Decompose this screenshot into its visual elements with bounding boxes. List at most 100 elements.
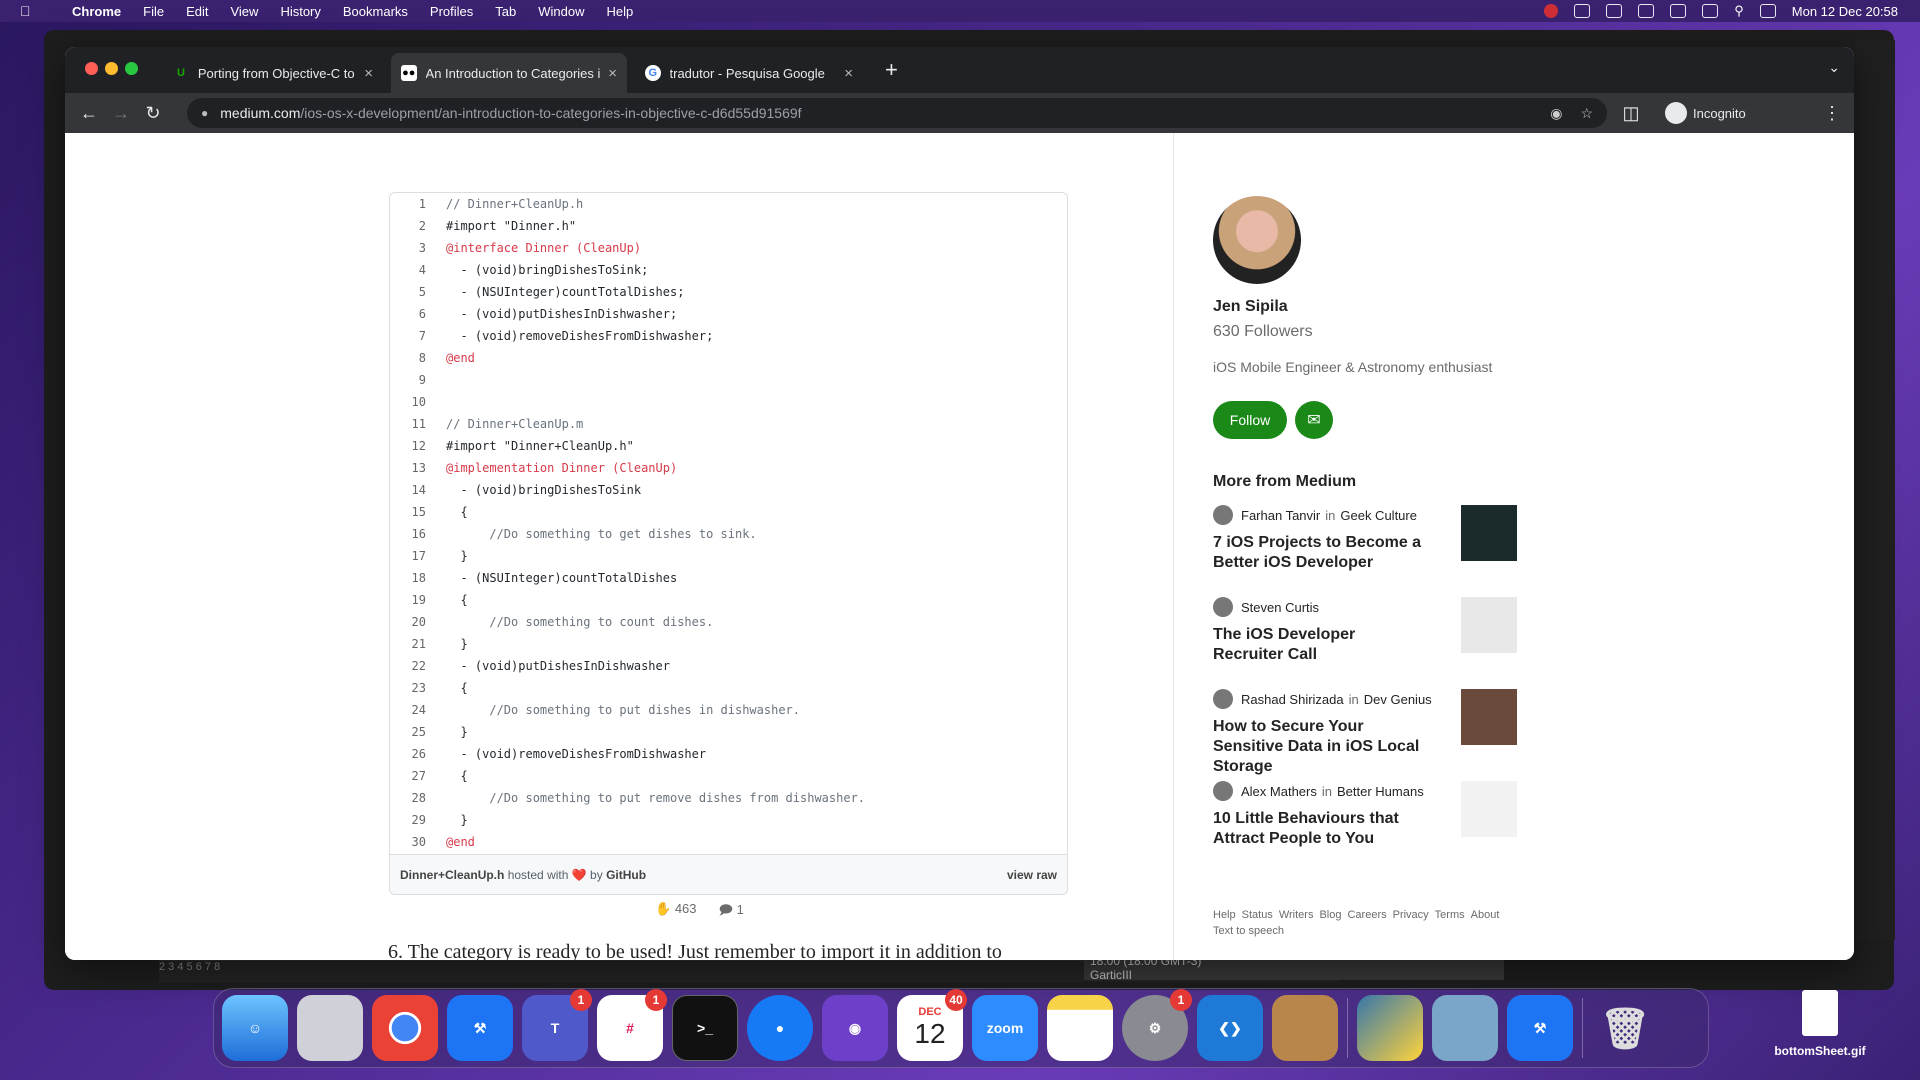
tab-tradutor[interactable]: G tradutor - Pesquisa Google × <box>635 53 863 93</box>
footer-link-writers[interactable]: Writers <box>1279 909 1314 921</box>
line-number: 27 <box>411 769 426 783</box>
slack-icon[interactable]: #1 <box>597 989 667 1061</box>
xcode-alt-icon[interactable]: ⚒ <box>1507 995 1573 1061</box>
view-raw-link[interactable]: view raw <box>1007 868 1057 882</box>
story-card[interactable]: Steven Curtis The iOS Developer Recruite… <box>1213 597 1517 665</box>
story-author[interactable]: Farhan Tanvir <box>1241 508 1320 523</box>
story-title[interactable]: The iOS Developer Recruiter Call <box>1213 625 1423 665</box>
lock-icon[interactable]: ● <box>201 106 208 120</box>
side-panel-icon[interactable]: ◫ <box>1615 103 1647 124</box>
menu-bookmarks[interactable]: Bookmarks <box>343 4 408 19</box>
notes-icon[interactable] <box>1047 995 1113 1061</box>
close-tab-icon[interactable]: × <box>364 65 373 82</box>
reload-icon[interactable]: ↻ <box>137 103 169 124</box>
clock[interactable]: Mon 12 Dec 20:58 <box>1792 4 1898 19</box>
close-window-button[interactable] <box>85 62 98 75</box>
terminal-icon[interactable]: >_ <box>672 995 738 1061</box>
xcode-icon[interactable]: ⚒ <box>447 995 513 1061</box>
story-title[interactable]: 7 iOS Projects to Become a Better iOS De… <box>1213 533 1423 573</box>
story-card[interactable]: Farhan Tanvir in Geek Culture 7 iOS Projec… <box>1213 505 1517 573</box>
python-launcher-icon[interactable] <box>1357 995 1423 1061</box>
story-author[interactable]: Rashad Shirizada <box>1241 692 1344 707</box>
menu-history[interactable]: History <box>280 4 320 19</box>
search-icon[interactable]: ⚲ <box>1734 3 1744 19</box>
kebab-menu-icon[interactable]: ⋮ <box>1816 103 1848 124</box>
menu-view[interactable]: View <box>230 4 258 19</box>
menu-profiles[interactable]: Profiles <box>430 4 473 19</box>
github-desktop-icon[interactable]: ◉ <box>822 995 888 1061</box>
follow-button[interactable]: Follow <box>1213 401 1287 439</box>
calendar-icon[interactable]: DEC 12 40 <box>897 989 967 1061</box>
launchpad-icon[interactable] <box>297 995 363 1061</box>
story-card[interactable]: Rashad Shirizada in Dev Genius How to Secu… <box>1213 689 1517 777</box>
preview-icon[interactable] <box>1432 995 1498 1061</box>
footer-link-help[interactable]: Help <box>1213 909 1236 921</box>
close-tab-icon[interactable]: × <box>608 65 617 82</box>
menu-tab[interactable]: Tab <box>495 4 516 19</box>
maps-pin-icon[interactable]: ● <box>747 995 813 1061</box>
close-tab-icon[interactable]: × <box>844 65 853 82</box>
desktop-file[interactable]: bottomSheet.gif <box>1760 990 1880 1058</box>
story-author[interactable]: Steven Curtis <box>1241 600 1319 615</box>
footer-link-about[interactable]: About <box>1471 909 1500 921</box>
wifi-off-icon[interactable] <box>1702 4 1719 18</box>
responses-button[interactable]: 🗩 1 <box>719 901 744 923</box>
antivirus-icon[interactable] <box>1544 4 1559 18</box>
story-title[interactable]: How to Secure Your Sensitive Data in iOS… <box>1213 717 1423 777</box>
back-icon[interactable]: ← <box>73 103 105 124</box>
story-thumbnail[interactable] <box>1461 689 1517 745</box>
tab-search-icon[interactable]: ⌄ <box>1828 59 1840 76</box>
footer-link-careers[interactable]: Careers <box>1347 909 1386 921</box>
trash-icon[interactable]: 🗑 <box>1592 995 1658 1061</box>
footer-link-status[interactable]: Status <box>1242 909 1273 921</box>
footer-link-text-to-speech[interactable]: Text to speech <box>1213 925 1284 937</box>
arc-icon[interactable] <box>1574 4 1591 18</box>
author-name[interactable]: Jen Sipila <box>1213 298 1288 316</box>
headphones-icon[interactable] <box>1606 4 1623 18</box>
control-center-icon[interactable] <box>1759 4 1776 18</box>
story-title[interactable]: 10 Little Behaviours that Attract People… <box>1213 809 1423 849</box>
incognito-badge[interactable]: Incognito <box>1665 102 1746 124</box>
forward-icon[interactable]: → <box>105 103 137 124</box>
tab-categories[interactable]: ●● An Introduction to Categories i × <box>391 53 627 93</box>
maximize-window-button[interactable] <box>125 62 138 75</box>
footer-link-privacy[interactable]: Privacy <box>1393 909 1429 921</box>
story-card[interactable]: Alex Mathers in Better Humans 10 Little Be… <box>1213 781 1517 849</box>
story-thumbnail[interactable] <box>1461 505 1517 561</box>
menu-help[interactable]: Help <box>607 4 634 19</box>
vscode-icon[interactable]: ❮❯ <box>1197 995 1263 1061</box>
battery-icon[interactable] <box>1670 4 1687 18</box>
subscribe-email-icon[interactable]: ✉ <box>1295 401 1333 439</box>
gist-filename-link[interactable]: Dinner+CleanUp.h <box>400 868 504 882</box>
zoom-icon[interactable]: zoom <box>972 995 1038 1061</box>
menu-window[interactable]: Window <box>538 4 584 19</box>
new-tab-button[interactable]: + <box>885 57 898 83</box>
footer-link-terms[interactable]: Terms <box>1435 909 1465 921</box>
github-link[interactable]: GitHub <box>606 868 646 882</box>
bookmark-star-icon[interactable]: ☆ <box>1580 105 1593 122</box>
system-settings-icon[interactable]: ⚙ 1 <box>1122 989 1192 1061</box>
apple-icon[interactable]:  <box>20 3 40 19</box>
story-thumbnail[interactable] <box>1461 781 1517 837</box>
menu-app-name[interactable]: Chrome <box>72 4 121 19</box>
story-thumbnail[interactable] <box>1461 597 1517 653</box>
story-publication[interactable]: Geek Culture <box>1340 508 1417 523</box>
story-publication[interactable]: Dev Genius <box>1364 692 1432 707</box>
footer-link-blog[interactable]: Blog <box>1319 909 1341 921</box>
minimize-window-button[interactable] <box>105 62 118 75</box>
author-avatar[interactable] <box>1213 196 1301 284</box>
story-publication[interactable]: Better Humans <box>1337 784 1424 799</box>
address-bar[interactable]: ● medium.com/ios-os-x-development/an-int… <box>187 98 1607 128</box>
display-icon[interactable] <box>1638 4 1655 18</box>
archive-utility-icon[interactable] <box>1272 995 1338 1061</box>
eye-off-icon[interactable]: ◉ <box>1550 105 1562 122</box>
chrome-icon[interactable] <box>372 995 438 1061</box>
menu-edit[interactable]: Edit <box>186 4 208 19</box>
author-followers[interactable]: 630 Followers <box>1213 323 1313 341</box>
story-author[interactable]: Alex Mathers <box>1241 784 1317 799</box>
clap-button[interactable]: ✋ 463 <box>655 901 697 923</box>
teams-icon[interactable]: T1 <box>522 989 592 1061</box>
tab-porting[interactable]: U Porting from Objective-C to Sw × <box>163 53 383 93</box>
menu-file[interactable]: File <box>143 4 164 19</box>
finder-icon[interactable]: ☺ <box>222 995 288 1061</box>
